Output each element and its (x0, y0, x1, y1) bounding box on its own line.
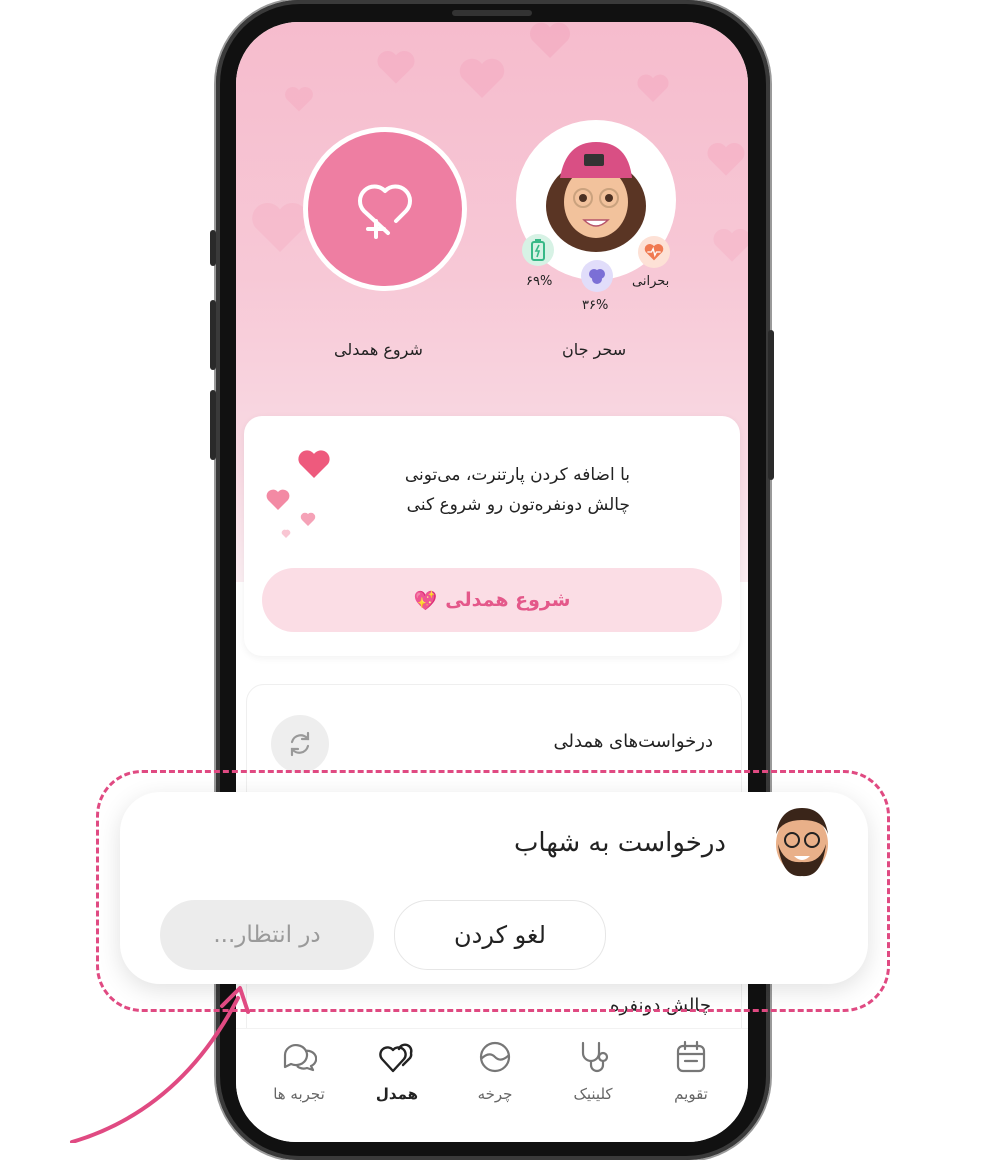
request-title: درخواست به شهاب (513, 828, 726, 858)
cancel-request-button[interactable]: لغو کردن (394, 900, 606, 970)
bottom-tabbar: تقویم کلینیک چرخه همدل تجربه ها (236, 1028, 748, 1142)
phone-side-button (210, 230, 216, 266)
bg-heart-icon (459, 58, 505, 98)
phone-volume-up-button (210, 300, 216, 370)
heart-status-label: بحرانی (632, 274, 670, 289)
battery-badge (522, 234, 554, 266)
bg-heart-icon (637, 74, 669, 102)
phone-speaker (452, 10, 532, 16)
tab-hamdel[interactable]: همدل (352, 1039, 442, 1103)
refresh-button[interactable] (271, 715, 329, 773)
add-partner-label: شروع همدلی (334, 340, 423, 359)
tab-label: همدل (375, 1085, 419, 1103)
phone-power-button (768, 330, 774, 480)
brain-value: ۳۶% (582, 298, 609, 313)
tab-label: تقویم (674, 1085, 708, 1103)
sparkling-heart-icon: 💖 (413, 589, 438, 612)
bg-heart-icon (252, 202, 308, 252)
tab-clinic[interactable]: کلینیک (548, 1039, 638, 1103)
chat-bubbles-icon (283, 1044, 317, 1072)
start-empathy-button[interactable]: شروع همدلی 💖 (262, 568, 722, 632)
heart-pulse-icon (644, 243, 664, 261)
tab-label: کلینیک (573, 1085, 613, 1103)
pointer-arrow-icon (70, 986, 250, 1143)
avatar (776, 808, 828, 877)
heart-plus-icon (358, 184, 412, 239)
waiting-status-button: در انتظار... (160, 900, 374, 970)
phone-volume-down-button (210, 390, 216, 460)
avatar (546, 142, 646, 252)
profile-name: سحر جان (562, 340, 627, 359)
hearts-icon (379, 1043, 413, 1073)
requests-title: درخواست‌های همدلی (553, 731, 713, 752)
tab-experiences[interactable]: تجربه ها (254, 1039, 344, 1103)
bg-heart-icon (285, 86, 313, 112)
refresh-icon (290, 731, 310, 757)
invite-text-line-2: چالش دونفره‌تون رو شروع کنی (406, 495, 630, 515)
bg-heart-icon (377, 50, 415, 84)
add-partner-button[interactable] (308, 132, 462, 286)
start-empathy-label: شروع همدلی (445, 589, 571, 611)
battery-value: ۶۹% (526, 274, 553, 289)
invite-text: با اضافه کردن پارتنرت، می‌تونی چالش دونف… (330, 460, 630, 520)
cycle-icon (479, 1041, 511, 1073)
tab-cycle[interactable]: چرخه (450, 1039, 540, 1103)
request-popup-card: درخواست به شهاب لغو کردن در انتظار... (120, 792, 868, 984)
brain-badge (581, 260, 613, 292)
brain-icon (589, 269, 605, 284)
bg-heart-icon (707, 142, 745, 176)
bg-heart-icon (530, 22, 570, 58)
invite-text-line-1: با اضافه کردن پارتنرت، می‌تونی (404, 465, 630, 485)
battery-icon (531, 239, 545, 261)
stethoscope-icon (581, 1041, 609, 1073)
bg-heart-icon (713, 228, 748, 262)
calendar-icon (676, 1040, 706, 1073)
heart-status-badge (638, 236, 670, 268)
tab-calendar[interactable]: تقویم (646, 1039, 736, 1103)
invite-card: با اضافه کردن پارتنرت، می‌تونی چالش دونف… (244, 416, 740, 656)
tab-label: چرخه (477, 1085, 513, 1103)
tab-label: تجربه ها (273, 1085, 325, 1103)
